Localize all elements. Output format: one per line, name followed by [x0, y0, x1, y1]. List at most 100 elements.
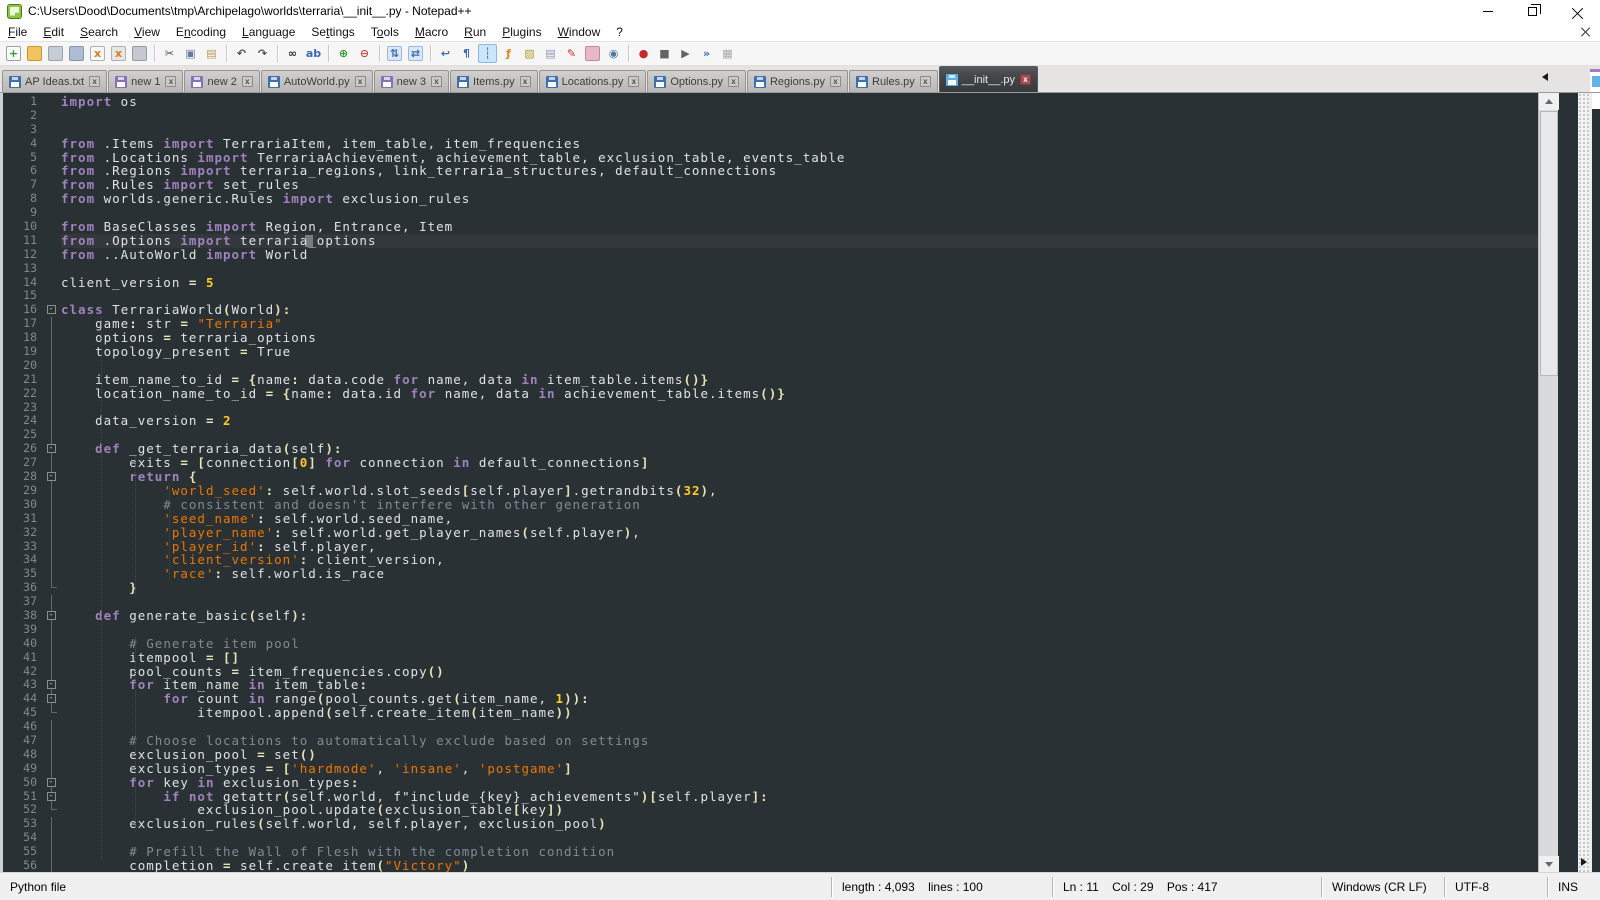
code-text[interactable]: from .Regions import terraria_regions, l…	[61, 164, 777, 178]
tab-items.py[interactable]: Items.pyx	[450, 70, 538, 92]
tab-close-icon[interactable]: x	[920, 76, 931, 87]
tab-close-icon[interactable]: x	[355, 76, 366, 87]
function-list-icon[interactable]: ƒ	[499, 44, 518, 63]
tab-regions.py[interactable]: Regions.pyx	[747, 70, 848, 92]
word-wrap-icon[interactable]: ↩	[436, 44, 455, 63]
tab-new-1[interactable]: new 1x	[108, 70, 183, 92]
fold-margin[interactable]: -	[43, 692, 61, 706]
menu-help[interactable]: ?	[608, 23, 631, 41]
folder-workspace-icon[interactable]	[585, 46, 600, 61]
macro-run-multiple-icon[interactable]: »	[697, 44, 716, 63]
tab-new-2[interactable]: new 2x	[184, 70, 259, 92]
code-text[interactable]: location_name_to_id = {name: data.id for…	[61, 387, 786, 401]
status-eol-format[interactable]: Windows (CR LF)	[1322, 877, 1444, 897]
fold-margin[interactable]: -	[43, 609, 61, 623]
scroll-down-icon[interactable]	[1539, 856, 1559, 872]
print-icon[interactable]	[132, 46, 147, 61]
tab-close-icon[interactable]: x	[431, 76, 442, 87]
tab-__init__.py[interactable]: __init__.pyx	[939, 66, 1038, 92]
close-file-icon[interactable]: x	[90, 46, 105, 61]
code-text[interactable]: exclusion_pool = set()	[61, 748, 317, 762]
tab-ap-ideas.txt[interactable]: AP Ideas.txtx	[2, 70, 107, 92]
fold-collapse-icon[interactable]: -	[47, 472, 56, 481]
splitter-arrow-icon[interactable]	[1581, 858, 1587, 866]
code-text[interactable]: for count in range(pool_counts.get(item_…	[61, 692, 590, 706]
fold-margin[interactable]: -	[43, 470, 61, 484]
tab-close-icon[interactable]: x	[165, 76, 176, 87]
code-text[interactable]: exits = [connection[0] for connection in…	[61, 456, 649, 470]
code-text[interactable]: if not getattr(self.world, f"include_{ke…	[61, 790, 769, 804]
code-text[interactable]: from worlds.generic.Rules import exclusi…	[61, 192, 470, 206]
code-text[interactable]: item_name_to_id = {name: data.code for n…	[61, 373, 709, 387]
edit-pen-icon[interactable]: ✎	[562, 44, 581, 63]
fold-collapse-icon[interactable]: -	[47, 680, 56, 689]
code-text[interactable]: for key in exclusion_types:	[61, 776, 359, 790]
code-text[interactable]: from .Locations import TerrariaAchieveme…	[61, 151, 845, 165]
tab-close-icon[interactable]: x	[520, 76, 531, 87]
cut-icon[interactable]: ✂	[160, 44, 179, 63]
sync-vertical-icon[interactable]: ⇅	[387, 46, 402, 61]
code-text[interactable]: exclusion_rules(self.world, self.player,…	[61, 817, 607, 831]
split-view-editor-sliver[interactable]	[1590, 93, 1600, 872]
redo-icon[interactable]: ↷	[253, 44, 272, 63]
code-text[interactable]: game: str = "Terraria"	[61, 317, 283, 331]
code-text[interactable]: from ..AutoWorld import World	[61, 248, 308, 262]
code-text[interactable]: # Prefill the Wall of Flesh with the com…	[61, 845, 615, 859]
save-file-icon[interactable]	[48, 46, 63, 61]
menu-search[interactable]: Search	[72, 23, 126, 41]
paste-icon[interactable]: ▤	[202, 44, 221, 63]
code-text[interactable]: topology_present = True	[61, 345, 291, 359]
scrollbar-thumb[interactable]	[1540, 111, 1558, 376]
fold-collapse-icon[interactable]: -	[47, 792, 56, 801]
menu-run[interactable]: Run	[456, 23, 494, 41]
tab-close-icon[interactable]: x	[728, 76, 739, 87]
fold-collapse-icon[interactable]: -	[47, 778, 56, 787]
menu-close-icon[interactable]	[1580, 25, 1592, 37]
code-text[interactable]: 'player_id': self.player,	[61, 540, 376, 554]
code-text[interactable]: 'player_name': self.world.get_player_nam…	[61, 526, 641, 540]
macro-play-icon[interactable]: ▶	[676, 44, 695, 63]
code-text[interactable]: itempool.append(self.create_item(item_na…	[61, 706, 573, 720]
show-all-characters-icon[interactable]: ¶	[457, 44, 476, 63]
vertical-scrollbar[interactable]	[1538, 93, 1558, 872]
code-text[interactable]: options = terraria_options	[61, 331, 317, 345]
scroll-up-icon[interactable]	[1539, 93, 1559, 110]
code-text[interactable]: # consistent and doesn't interfere with …	[61, 498, 641, 512]
fold-margin[interactable]: -	[43, 776, 61, 790]
save-all-icon[interactable]	[69, 46, 84, 61]
fold-collapse-icon[interactable]: -	[47, 305, 56, 314]
tab-autoworld.py[interactable]: AutoWorld.pyx	[261, 70, 373, 92]
code-text[interactable]: for item_name in item_table:	[61, 678, 368, 692]
fold-collapse-icon[interactable]: -	[47, 694, 56, 703]
split-view-tab-sliver[interactable]	[1590, 69, 1600, 92]
code-text[interactable]: # Choose locations to automatically excl…	[61, 734, 649, 748]
menu-window[interactable]: Window	[550, 23, 609, 41]
code-text[interactable]: from .Rules import set_rules	[61, 178, 300, 192]
tab-close-icon[interactable]: x	[242, 76, 253, 87]
menu-file[interactable]: File	[0, 23, 35, 41]
zoom-in-icon[interactable]: ⊕	[334, 44, 353, 63]
code-area[interactable]: 1import os234from .Items import Terraria…	[3, 93, 1558, 872]
code-text[interactable]: completion = self.create_item("Victory")	[61, 859, 470, 872]
undo-icon[interactable]: ↶	[232, 44, 251, 63]
minimize-button[interactable]	[1465, 0, 1510, 22]
restore-button[interactable]	[1510, 0, 1555, 22]
tab-locations.py[interactable]: Locations.pyx	[539, 70, 647, 92]
status-typing-mode[interactable]: INS	[1548, 877, 1600, 897]
code-text[interactable]: pool_counts = item_frequencies.copy()	[61, 665, 445, 679]
tab-new-3[interactable]: new 3x	[374, 70, 449, 92]
open-folder-icon[interactable]	[27, 46, 42, 61]
menu-tools[interactable]: Tools	[363, 23, 407, 41]
macro-stop-icon[interactable]: ■	[655, 44, 674, 63]
code-text[interactable]: return {	[61, 470, 197, 484]
fold-margin[interactable]: -	[43, 790, 61, 804]
copy-icon[interactable]: ▣	[181, 44, 200, 63]
code-text[interactable]: def generate_basic(self):	[61, 609, 308, 623]
code-text[interactable]: }	[61, 581, 138, 595]
code-text[interactable]: 'world_seed': self.world.slot_seeds[self…	[61, 484, 718, 498]
monitoring-eye-icon[interactable]: ◉	[604, 44, 623, 63]
tab-options.py[interactable]: Options.pyx	[647, 70, 746, 92]
zoom-out-icon[interactable]: ⊖	[355, 44, 374, 63]
code-text[interactable]: exclusion_pool.update(exclusion_table[ke…	[61, 803, 564, 817]
code-text[interactable]: 'seed_name': self.world.seed_name,	[61, 512, 453, 526]
